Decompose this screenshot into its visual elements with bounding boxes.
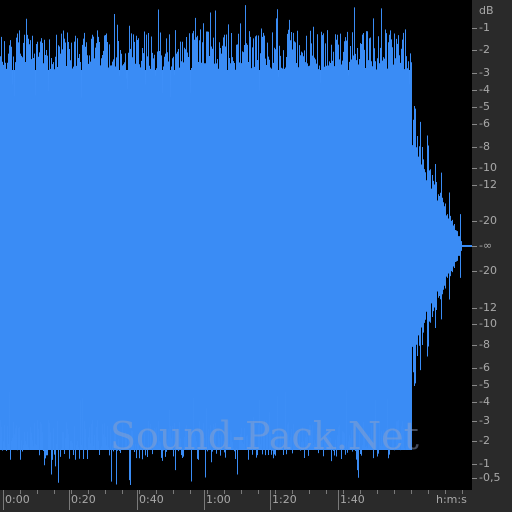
db-tick-label: -2 xyxy=(479,434,490,447)
db-tick xyxy=(472,50,477,51)
db-tick-label: -10 xyxy=(479,161,497,174)
db-tick xyxy=(472,221,477,222)
time-major-tick xyxy=(3,490,4,510)
time-tick-label: 1:00 xyxy=(206,493,231,506)
db-tick xyxy=(472,185,477,186)
time-minor-tick xyxy=(326,490,327,494)
db-tick-label: -2 xyxy=(479,43,490,56)
db-tick-label: -5 xyxy=(479,378,490,391)
time-tick-label: 0:40 xyxy=(139,493,164,506)
time-minor-tick xyxy=(54,490,55,494)
db-tick xyxy=(472,421,477,422)
time-major-tick xyxy=(338,490,339,510)
db-tick-label: -∞ xyxy=(479,239,493,252)
db-unit-label: dB xyxy=(479,4,494,17)
db-tick-label: -12 xyxy=(479,178,497,191)
db-tick xyxy=(472,478,477,479)
waveform-spikes xyxy=(0,5,412,485)
time-minor-tick xyxy=(309,490,310,494)
db-tick-label: -12 xyxy=(479,301,497,314)
ruler-corner xyxy=(472,490,512,512)
db-tick xyxy=(472,124,477,125)
db-tick xyxy=(472,345,477,346)
db-tick xyxy=(472,464,477,465)
db-tick-label: -5 xyxy=(479,100,490,113)
time-minor-tick xyxy=(122,490,123,494)
db-tick-label: -10 xyxy=(479,317,497,330)
db-tick xyxy=(472,147,477,148)
time-minor-tick xyxy=(173,490,174,494)
db-tick xyxy=(472,324,477,325)
time-minor-tick xyxy=(20,490,21,494)
time-tick-label: 0:20 xyxy=(71,493,96,506)
time-minor-tick xyxy=(411,490,412,494)
db-tick xyxy=(472,246,477,247)
db-tick xyxy=(472,308,477,309)
time-minor-tick xyxy=(275,490,276,494)
time-minor-tick xyxy=(360,490,361,494)
time-minor-tick xyxy=(139,490,140,494)
time-tick-label: 0:00 xyxy=(5,493,30,506)
db-tick xyxy=(472,28,477,29)
db-tick-label: -4 xyxy=(479,83,490,96)
time-minor-tick xyxy=(241,490,242,494)
time-tick-label: 1:40 xyxy=(340,493,365,506)
time-minor-tick xyxy=(258,490,259,494)
db-tick-label: -6 xyxy=(479,117,490,130)
db-tick-label: -20 xyxy=(479,214,497,227)
db-tick xyxy=(472,441,477,442)
db-tick-label: -4 xyxy=(479,395,490,408)
time-minor-tick xyxy=(394,490,395,494)
time-minor-tick xyxy=(156,490,157,494)
db-tick-label: -8 xyxy=(479,140,490,153)
db-tick-label: -1 xyxy=(479,21,490,34)
time-major-tick xyxy=(204,490,205,510)
db-tick xyxy=(472,271,477,272)
time-minor-tick xyxy=(37,490,38,494)
db-tick xyxy=(472,90,477,91)
db-tick xyxy=(472,368,477,369)
time-minor-tick xyxy=(343,490,344,494)
audio-editor-window: Sound-Pack.Net dB -1 -2 -3 -4 -5 -6 -8 -10 -12 -2… xyxy=(0,0,512,512)
watermark-text: Sound-Pack.Net xyxy=(110,414,419,458)
time-minor-tick xyxy=(105,490,106,494)
time-minor-tick xyxy=(224,490,225,494)
db-tick-label: -20 xyxy=(479,264,497,277)
db-tick-label: -6 xyxy=(479,361,490,374)
time-ruler[interactable]: 0:00 0:20 0:40 1:00 1:20 1:40 xyxy=(0,490,472,512)
db-tick-label: -1 xyxy=(479,457,490,470)
db-scale: dB -1 -2 -3 -4 -5 -6 -8 -10 -12 -20 -∞ -20 -12 -10 -8 -… xyxy=(472,0,512,490)
db-tick xyxy=(472,402,477,403)
time-minor-tick xyxy=(292,490,293,494)
time-minor-tick xyxy=(88,490,89,494)
time-minor-tick xyxy=(428,490,429,494)
time-units-label: h:m:s xyxy=(436,493,467,506)
db-tick xyxy=(472,168,477,169)
db-tick-label: -3 xyxy=(479,66,490,79)
time-tick-label: 1:20 xyxy=(272,493,297,506)
db-tick xyxy=(472,385,477,386)
time-minor-tick xyxy=(71,490,72,494)
db-tick-label: -3 xyxy=(479,414,490,427)
time-major-tick xyxy=(137,490,138,510)
time-minor-tick xyxy=(377,490,378,494)
time-major-tick xyxy=(69,490,70,510)
db-tick xyxy=(472,107,477,108)
waveform-view[interactable]: Sound-Pack.Net xyxy=(0,0,472,490)
db-tick xyxy=(472,73,477,74)
db-tick-label: -8 xyxy=(479,338,490,351)
time-minor-tick xyxy=(207,490,208,494)
db-tick-label: -0,5 xyxy=(479,471,501,484)
time-major-tick xyxy=(270,490,271,510)
time-minor-tick xyxy=(190,490,191,494)
